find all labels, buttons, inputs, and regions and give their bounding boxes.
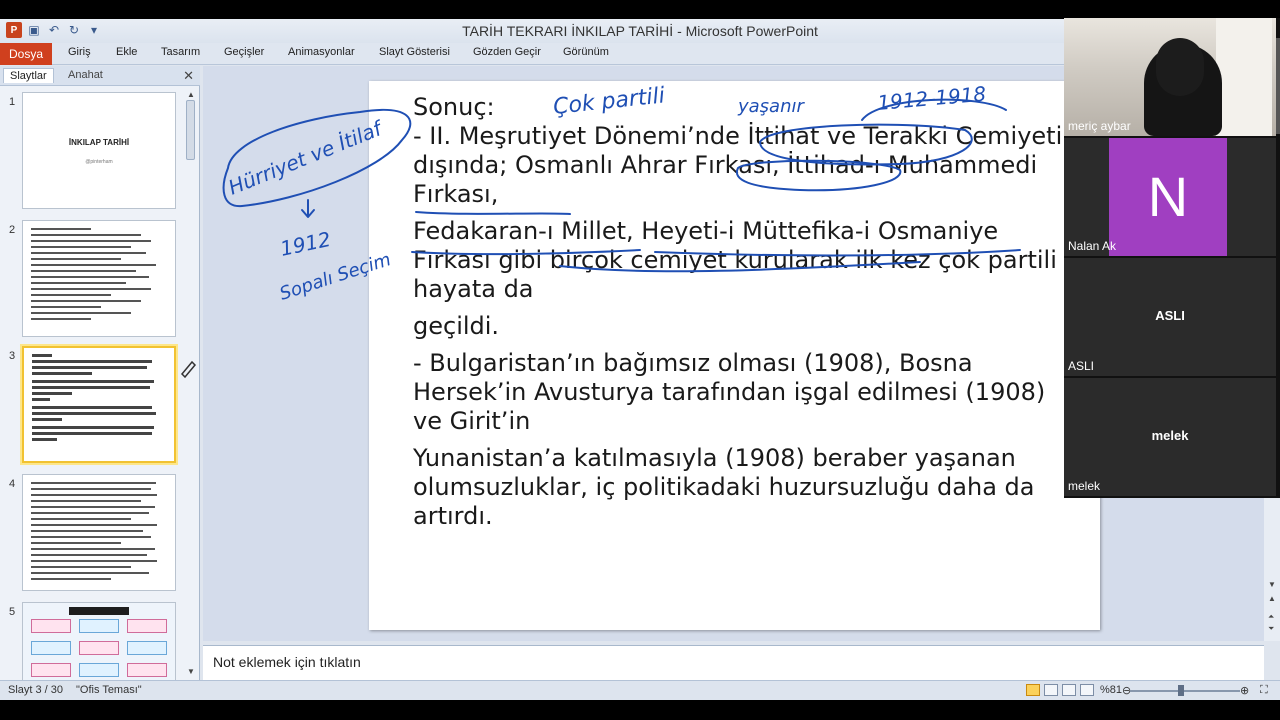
slide-number-3: 3 xyxy=(9,350,16,362)
prev-slide-icon[interactable]: ⏶ xyxy=(1268,612,1274,622)
tab-slides[interactable]: Slaytlar xyxy=(3,68,54,83)
tab-home[interactable]: Giriş xyxy=(68,46,91,58)
status-bar: Slayt 3 / 30 "Ofis Teması" %81 ⊖ ⊕ ⛶ xyxy=(0,680,1280,700)
participant-name: ASLI xyxy=(1068,359,1095,373)
scroll-up-icon[interactable]: ▲ xyxy=(187,90,195,99)
thumbnail-box xyxy=(31,619,71,633)
tab-slide-show[interactable]: Slayt Gösterisi xyxy=(379,46,450,58)
bottom-black-bar xyxy=(0,700,1280,720)
thumbnail-box xyxy=(31,641,71,655)
slide-thumbnail-2[interactable] xyxy=(22,220,176,337)
powerpoint-logo-icon[interactable]: P xyxy=(6,22,22,38)
normal-view-icon[interactable] xyxy=(1026,684,1040,696)
slide-number-2: 2 xyxy=(9,224,16,236)
video-call-panel: meriç aybar N Nalan Ak ASLI ASLI melek m… xyxy=(1064,18,1280,498)
scroll-up-icon[interactable]: ▲ xyxy=(1268,594,1276,603)
thumbnail-subtitle: @pinterham xyxy=(85,159,113,165)
current-slide[interactable]: Sonuç: - II. Meşrutiyet Dönemi’nde İttih… xyxy=(369,81,1100,630)
next-slide-icon[interactable]: ⏷ xyxy=(1268,624,1274,634)
scroll-down-icon[interactable]: ▼ xyxy=(187,667,195,676)
slide-paragraph-4: - Bulgaristan’ın bağımsız olması (1908),… xyxy=(413,349,1046,435)
tab-file[interactable]: Dosya xyxy=(0,43,52,65)
avatar: N xyxy=(1109,138,1227,256)
zoom-slider[interactable] xyxy=(1130,690,1240,692)
slide-heading: Sonuç: xyxy=(413,93,495,121)
undo-icon[interactable]: ↶ xyxy=(46,22,62,38)
thumbnail-box xyxy=(79,663,119,677)
slide-number-4: 4 xyxy=(9,478,16,490)
participant-display-name: melek xyxy=(1151,428,1189,443)
slide-thumbnail-4[interactable] xyxy=(22,474,176,591)
save-icon[interactable]: ▣ xyxy=(26,22,42,38)
thumbnail-text-lines xyxy=(32,354,156,441)
participant-tile-3[interactable]: ASLI ASLI xyxy=(1064,258,1276,376)
window-title: TARİH TEKRARI İNKILAP TARİHİ - Microsoft… xyxy=(462,23,818,39)
slide-thumbnail-1[interactable]: İNKILAP TARİHİ @pinterham xyxy=(22,92,176,209)
top-black-bar xyxy=(0,0,1280,19)
notes-pane[interactable]: Not eklemek için tıklatın xyxy=(203,645,1264,680)
reading-view-icon[interactable] xyxy=(1062,684,1076,696)
thumbnail-text-lines xyxy=(31,228,156,320)
participant-name: Nalan Ak xyxy=(1068,239,1117,253)
slides-pane-scrollbar[interactable]: ▲ ▼ xyxy=(184,90,197,676)
tab-view[interactable]: Görünüm xyxy=(563,46,609,58)
slide-paragraph-5: Yunanistan’a katılmasıyla (1908) beraber… xyxy=(413,444,1035,530)
zoom-slider-handle[interactable] xyxy=(1178,685,1184,696)
scroll-down-icon[interactable]: ▼ xyxy=(1268,580,1276,589)
participant-display-name: ASLI xyxy=(1155,308,1185,323)
participant-name: melek xyxy=(1068,479,1101,493)
slides-pane: Slaytlar Anahat ✕ 1 İNKILAP TARİHİ @pint… xyxy=(0,66,200,682)
slide-sorter-icon[interactable] xyxy=(1044,684,1058,696)
slide-show-icon[interactable] xyxy=(1080,684,1094,696)
participant-head xyxy=(1156,38,1204,96)
tab-outline[interactable]: Anahat xyxy=(62,68,109,82)
thumbnail-box xyxy=(127,641,167,655)
theme-name: "Ofis Teması" xyxy=(76,684,142,696)
close-icon[interactable]: ✕ xyxy=(183,68,194,84)
thumbnail-title: İNKILAP TARİHİ xyxy=(68,138,130,147)
thumbnail-box xyxy=(31,663,71,677)
participant-tile-2[interactable]: N Nalan Ak xyxy=(1064,138,1276,256)
slide-paragraph-2: Fedakaran-ı Millet, Heyeti-i Müttefika-i… xyxy=(413,217,1057,303)
thumbnail-header xyxy=(69,607,129,615)
camera-window-background xyxy=(1216,18,1272,136)
participant-tile-4[interactable]: melek melek xyxy=(1064,378,1276,496)
thumbnail-box xyxy=(127,619,167,633)
zoom-in-icon[interactable]: ⊕ xyxy=(1240,684,1249,697)
participant-tile-1[interactable]: meriç aybar xyxy=(1064,18,1276,136)
slide-content[interactable]: Sonuç: - II. Meşrutiyet Dönemi’nde İttih… xyxy=(413,93,1073,531)
slide-counter: Slayt 3 / 30 xyxy=(8,684,64,696)
tab-design[interactable]: Tasarım xyxy=(161,46,200,58)
slide-number-1: 1 xyxy=(9,96,16,108)
participant-name: meriç aybar xyxy=(1068,119,1131,133)
slide-paragraph-1: - II. Meşrutiyet Dönemi’nde İttihat ve T… xyxy=(413,122,1063,208)
powerpoint-window: P ▣ ↶ ↻ ▾ TARİH TEKRARI İNKILAP TARİHİ -… xyxy=(0,0,1280,720)
slides-pane-tabs: Slaytlar Anahat ✕ xyxy=(0,66,200,86)
thumbnail-box xyxy=(79,641,119,655)
fit-to-window-icon[interactable]: ⛶ xyxy=(1260,684,1268,697)
customize-toolbar-icon[interactable]: ▾ xyxy=(86,22,102,38)
scrollbar-thumb[interactable] xyxy=(186,100,195,160)
tab-transitions[interactable]: Geçişler xyxy=(224,46,264,58)
zoom-level[interactable]: %81 xyxy=(1100,684,1122,696)
slide-paragraph-3: geçildi. xyxy=(413,312,500,340)
slide-thumbnail-5[interactable] xyxy=(22,602,176,682)
tab-review[interactable]: Gözden Geçir xyxy=(473,46,541,58)
thumbnail-box xyxy=(79,619,119,633)
tab-insert[interactable]: Ekle xyxy=(116,46,137,58)
thumbnail-text-lines xyxy=(31,482,157,580)
tab-animations[interactable]: Animasyonlar xyxy=(288,46,355,58)
video-panel-scrollbar[interactable] xyxy=(1276,38,1280,134)
quick-access-toolbar: P ▣ ↶ ↻ ▾ xyxy=(6,22,102,38)
redo-icon[interactable]: ↻ xyxy=(66,22,82,38)
slide-number-5: 5 xyxy=(9,606,16,618)
thumbnail-box xyxy=(127,663,167,677)
notes-placeholder: Not eklemek için tıklatın xyxy=(213,654,361,670)
slide-thumbnail-3[interactable] xyxy=(22,346,176,463)
